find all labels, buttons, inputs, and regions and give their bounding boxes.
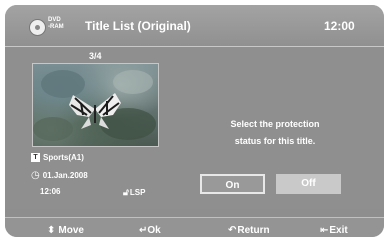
- unlock-icon: 🔓︎: [123, 187, 129, 197]
- message-line-2: status for this title.: [234, 136, 316, 146]
- title-name-row: T Sports(A1): [31, 153, 84, 163]
- exit-icon: ⇤: [320, 225, 329, 236]
- return-hint[interactable]: ↶Return: [228, 225, 270, 236]
- title-name: Sports(A1): [43, 153, 84, 162]
- page-title: Title List (Original): [85, 19, 191, 33]
- disc-type-bottom: -RAM: [48, 24, 64, 30]
- title-icon: T: [31, 153, 40, 163]
- return-icon: ↶: [228, 225, 237, 236]
- updown-arrow-icon: ⬍: [47, 225, 56, 236]
- title-date: 01.Jan.2008: [42, 171, 88, 180]
- on-button[interactable]: On: [200, 174, 265, 194]
- off-button[interactable]: Off: [276, 174, 341, 194]
- protection-message: Select the protection status for this ti…: [210, 116, 340, 150]
- clock: 12:00: [324, 19, 355, 33]
- return-label: Return: [237, 225, 270, 236]
- record-mode-row: 🔓︎LSP: [123, 187, 145, 198]
- butterfly-image: [33, 70, 156, 141]
- move-label: Move: [58, 225, 84, 236]
- move-hint[interactable]: ⬍ Move: [47, 225, 84, 236]
- title-counter: 3/4: [89, 51, 102, 61]
- record-mode: LSP: [129, 188, 146, 197]
- date-row: ◷ 01.Jan.2008: [31, 170, 88, 181]
- title-thumbnail: [32, 63, 159, 147]
- disc-type-label: DVD -RAM: [48, 17, 64, 31]
- exit-label: Exit: [329, 225, 348, 236]
- clock-icon: ◷: [31, 170, 40, 181]
- exit-hint[interactable]: ⇤Exit: [320, 225, 348, 236]
- title-time: 12:06: [40, 187, 61, 196]
- ok-label: Ok: [147, 225, 161, 236]
- message-line-1: Select the protection: [230, 119, 320, 129]
- ok-hint[interactable]: ↵Ok: [139, 225, 161, 236]
- disc-type-top: DVD: [48, 17, 61, 23]
- disc-icon: [29, 19, 46, 36]
